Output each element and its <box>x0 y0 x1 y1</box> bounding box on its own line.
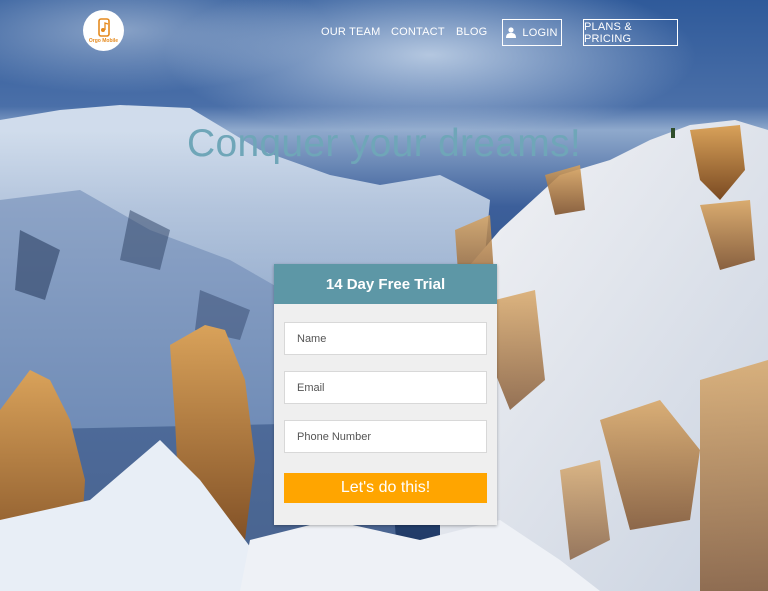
logo-text: Orgo Mobile <box>88 37 119 44</box>
phone-music-icon <box>97 17 110 37</box>
login-label: LOGIN <box>522 26 558 39</box>
brand-logo[interactable]: Orgo Mobile <box>83 10 124 51</box>
trial-form-card: 14 Day Free Trial Let's do this! <box>274 264 497 525</box>
user-icon <box>506 27 517 38</box>
nav-blog[interactable]: BLOG <box>456 26 487 38</box>
plans-pricing-button[interactable]: PLANS & PRICING <box>583 19 678 46</box>
plans-pricing-label: PLANS & PRICING <box>584 20 632 45</box>
phone-input[interactable] <box>284 420 487 453</box>
submit-button[interactable]: Let's do this! <box>284 473 487 503</box>
trial-form-title: 14 Day Free Trial <box>274 264 497 304</box>
hero-headline: Conquer your dreams! <box>186 122 582 165</box>
nav-contact[interactable]: CONTACT <box>391 26 445 38</box>
email-input[interactable] <box>284 371 487 404</box>
name-input[interactable] <box>284 322 487 355</box>
nav-our-team[interactable]: OUR TEAM <box>321 26 380 38</box>
login-button[interactable]: LOGIN <box>502 19 562 46</box>
